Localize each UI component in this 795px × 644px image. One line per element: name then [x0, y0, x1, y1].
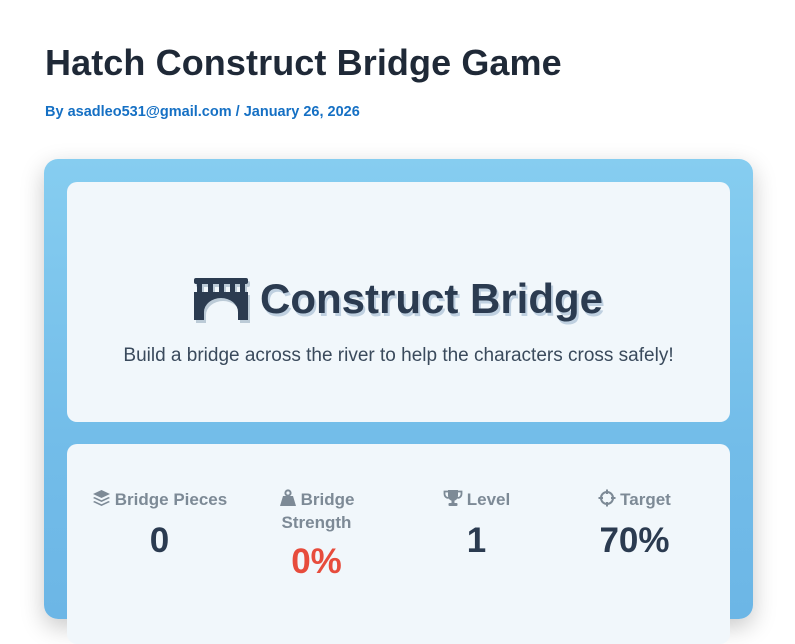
stat-value: 0 — [149, 521, 170, 560]
byline-prefix: By — [45, 104, 68, 120]
stat-bridge-pieces: Bridge Pieces 0 — [77, 488, 242, 561]
crosshairs-icon — [598, 489, 616, 507]
weight-icon — [279, 489, 296, 506]
byline-separator: / — [231, 104, 244, 120]
stat-label: Bridge Pieces — [114, 490, 228, 509]
stat-target: Target 70% — [552, 488, 717, 561]
game-subtitle: Build a bridge across the river to help … — [123, 345, 674, 366]
stat-label-line2: Strength — [281, 513, 352, 532]
stat-value: 0% — [291, 542, 342, 581]
stat-label: Level — [466, 490, 511, 509]
game-container: Construct Bridge Build a bridge across t… — [44, 159, 753, 644]
post-date: January 26, 2026 — [243, 104, 360, 120]
trophy-icon — [443, 490, 463, 506]
author-link[interactable]: asadleo531@gmail.com — [68, 104, 232, 120]
game-header: Construct Bridge Build a bridge across t… — [67, 182, 730, 422]
stat-bridge-strength: Bridge Strength 0% — [234, 488, 399, 582]
stat-value: 70% — [599, 521, 670, 560]
layers-icon — [92, 490, 110, 506]
game-title: Construct Bridge — [67, 275, 730, 323]
stats-panel: Bridge Pieces 0 Bridge Strength 0% Level… — [67, 444, 730, 644]
stat-value: 1 — [466, 521, 487, 560]
stat-level: Level 1 — [394, 488, 559, 561]
stat-label: Bridge — [300, 490, 355, 509]
page-title: Hatch Construct Bridge Game — [45, 42, 562, 83]
post-byline: By asadleo531@gmail.com / January 26, 20… — [45, 102, 360, 122]
bridge-icon — [193, 278, 248, 320]
stat-label: Target — [620, 490, 671, 509]
game-title-text: Construct Bridge — [259, 275, 603, 322]
